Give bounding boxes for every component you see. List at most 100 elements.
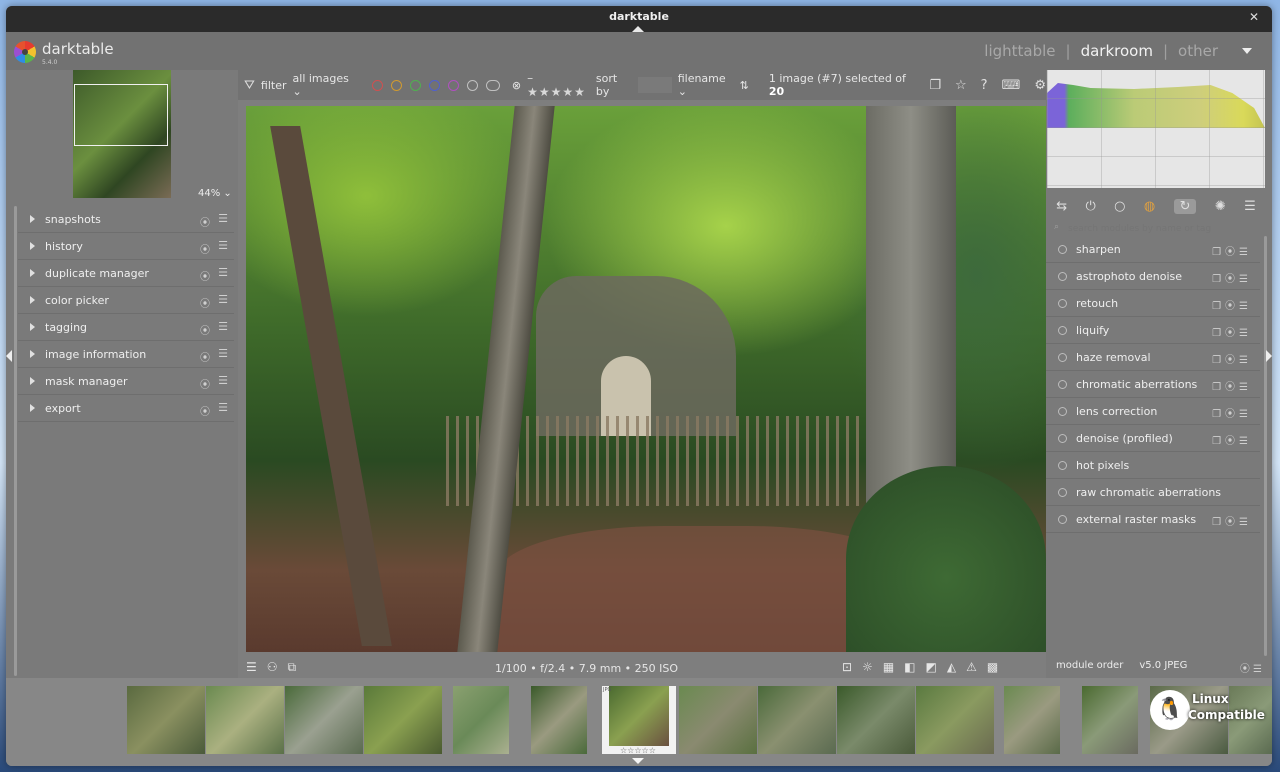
quick-access-panel-icon[interactable]: ⇆ xyxy=(1056,199,1067,214)
left-panel-toggle-icon[interactable] xyxy=(6,350,12,362)
sort-field-box[interactable] xyxy=(637,77,672,93)
module-chromatic-aberrations[interactable]: chromatic aberrations ❐⦿☰ xyxy=(1046,371,1260,398)
reset-icon[interactable]: ⦿ xyxy=(200,403,210,418)
correct-modules-icon[interactable]: ↻ xyxy=(1173,198,1197,214)
module-sharpen[interactable]: sharpen ❐⦿☰ xyxy=(1046,236,1260,263)
reset-icon[interactable]: ⦿ xyxy=(200,349,210,364)
power-toggle-icon[interactable] xyxy=(1058,433,1067,443)
presets-menu-icon[interactable]: ☰ xyxy=(218,401,228,414)
module-tagging[interactable]: tagging ⦿ ☰ xyxy=(18,314,234,341)
rating-filter-stars[interactable]: –★★★★★ xyxy=(527,71,586,99)
film-thumb-1[interactable] xyxy=(127,686,205,754)
left-scrollbar[interactable] xyxy=(14,206,17,676)
sort-order-icon[interactable]: ⇅ xyxy=(740,79,749,92)
main-photo[interactable] xyxy=(246,106,1046,652)
power-toggle-icon[interactable] xyxy=(1058,271,1067,281)
power-toggle-icon[interactable] xyxy=(1058,244,1067,254)
raw-overexposed-icon[interactable]: ⚠ xyxy=(966,660,987,674)
reset-icon[interactable]: ⦿ xyxy=(200,322,210,337)
grouping-icon[interactable]: ❐ xyxy=(929,78,941,93)
color-label-red-icon[interactable] xyxy=(371,79,383,91)
module-order-value[interactable]: v5.0 JPEG xyxy=(1139,660,1187,675)
selected-rating-stars[interactable]: ☆☆☆☆☆ xyxy=(620,746,656,755)
module-actions-icon[interactable]: ❐⦿☰ xyxy=(1212,432,1252,447)
presets-menu-icon[interactable]: ☰ xyxy=(218,266,228,279)
reset-icon[interactable]: ⦿ xyxy=(200,268,210,283)
film-thumb-9[interactable] xyxy=(758,686,836,754)
preferences-gear-icon[interactable]: ⚙ xyxy=(1034,78,1046,93)
active-modules-icon[interactable]: ⏻ xyxy=(1085,199,1095,214)
module-history[interactable]: history ⦿ ☰ xyxy=(18,233,234,260)
film-thumb-8[interactable] xyxy=(679,686,757,754)
effect-modules-icon[interactable]: ✺ xyxy=(1215,199,1226,214)
sort-dropdown[interactable]: filename ⌄ xyxy=(678,72,732,98)
film-thumb-3[interactable] xyxy=(285,686,363,754)
module-actions-icon[interactable]: ❐⦿☰ xyxy=(1212,270,1252,285)
histogram[interactable] xyxy=(1047,70,1265,188)
view-other[interactable]: other xyxy=(1178,42,1218,60)
guides-icon[interactable]: ▦ xyxy=(883,660,904,674)
power-toggle-icon[interactable] xyxy=(1058,379,1067,389)
module-snapshots[interactable]: snapshots ⦿ ☰ xyxy=(18,206,234,233)
module-external-raster-masks[interactable]: external raster masks ❐⦿☰ xyxy=(1046,506,1260,533)
reset-icon[interactable]: ⦿ xyxy=(200,241,210,256)
color-label-blue-icon[interactable] xyxy=(428,79,440,91)
presets-menu-icon[interactable]: ☰ xyxy=(218,293,228,306)
overexposure-icon[interactable]: ◭ xyxy=(947,660,966,674)
module-color-picker[interactable]: color picker ⦿ ☰ xyxy=(18,287,234,314)
grid-icon[interactable]: ▩ xyxy=(987,660,1008,674)
module-actions-icon[interactable]: ❐⦿☰ xyxy=(1212,243,1252,258)
right-panel-toggle-icon[interactable] xyxy=(1266,350,1272,362)
module-denoise-profiled[interactable]: denoise (profiled) ❐⦿☰ xyxy=(1046,425,1260,452)
presets-menu-icon[interactable]: ☰ xyxy=(218,212,228,225)
module-retouch[interactable]: retouch ❐⦿☰ xyxy=(1046,290,1260,317)
power-toggle-icon[interactable] xyxy=(1058,352,1067,362)
keyboard-shortcuts-icon[interactable]: ⌨ xyxy=(1002,78,1021,93)
power-toggle-icon[interactable] xyxy=(1058,487,1067,497)
reset-icon[interactable]: ⦿ xyxy=(200,214,210,229)
softproof-icon[interactable]: ◧ xyxy=(904,660,925,674)
film-thumb-11[interactable] xyxy=(916,686,994,754)
presets-menu-icon[interactable]: ☰ xyxy=(218,239,228,252)
reset-icon[interactable]: ⦿ xyxy=(200,376,210,391)
color-assessment-icon[interactable]: ☼ xyxy=(862,660,883,674)
color-label-toggle-icon[interactable] xyxy=(485,79,500,91)
reset-icon[interactable]: ⦿ xyxy=(200,295,210,310)
module-liquify[interactable]: liquify ❐⦿☰ xyxy=(1046,317,1260,344)
module-image-information[interactable]: image information ⦿ ☰ xyxy=(18,341,234,368)
module-actions-icon[interactable]: ❐⦿☰ xyxy=(1212,513,1252,528)
color-modules-icon[interactable]: ◍ xyxy=(1144,199,1155,214)
close-icon[interactable]: ✕ xyxy=(1246,9,1262,25)
color-label-purple-icon[interactable] xyxy=(447,79,459,91)
power-toggle-icon[interactable] xyxy=(1058,325,1067,335)
film-thumb-10[interactable] xyxy=(837,686,915,754)
module-search-input[interactable] xyxy=(1052,222,1260,236)
module-lens-correction[interactable]: lens correction ❐⦿☰ xyxy=(1046,398,1260,425)
module-hot-pixels[interactable]: hot pixels xyxy=(1046,452,1260,479)
module-mask-manager[interactable]: mask manager ⦿ ☰ xyxy=(18,368,234,395)
module-haze-removal[interactable]: haze removal ❐⦿☰ xyxy=(1046,344,1260,371)
module-actions-icon[interactable]: ❐⦿☰ xyxy=(1212,324,1252,339)
power-toggle-icon[interactable] xyxy=(1058,514,1067,524)
module-export[interactable]: export ⦿ ☰ xyxy=(18,395,234,422)
film-thumb-2[interactable] xyxy=(206,686,284,754)
power-toggle-icon[interactable] xyxy=(1058,298,1067,308)
module-astrophoto-denoise[interactable]: astrophoto denoise ❐⦿☰ xyxy=(1046,263,1260,290)
power-toggle-icon[interactable] xyxy=(1058,406,1067,416)
module-groups-menu-icon[interactable]: ☰ xyxy=(1244,199,1256,214)
film-thumb-5[interactable] xyxy=(453,686,509,754)
presets-menu-icon[interactable]: ☰ xyxy=(218,374,228,387)
gamut-check-icon[interactable]: ◩ xyxy=(926,660,947,674)
reject-icon[interactable]: ⊗ xyxy=(512,79,521,92)
power-toggle-icon[interactable] xyxy=(1058,460,1067,470)
film-thumb-6[interactable] xyxy=(531,686,587,754)
module-actions-icon[interactable]: ❐⦿☰ xyxy=(1212,405,1252,420)
second-window-icon[interactable]: ⧉ xyxy=(288,660,307,674)
module-order-actions-icon[interactable]: ⦿ ☰ xyxy=(1240,660,1262,675)
filmstrip-toggle-icon[interactable] xyxy=(632,758,644,764)
zoom-level[interactable]: 44% ⌄ xyxy=(198,188,232,199)
help-icon[interactable]: ? xyxy=(981,78,988,93)
overlay-star-icon[interactable]: ☆ xyxy=(955,78,967,93)
quick-access-icon[interactable]: ☰ xyxy=(246,660,267,674)
film-thumb-4[interactable] xyxy=(364,686,442,754)
